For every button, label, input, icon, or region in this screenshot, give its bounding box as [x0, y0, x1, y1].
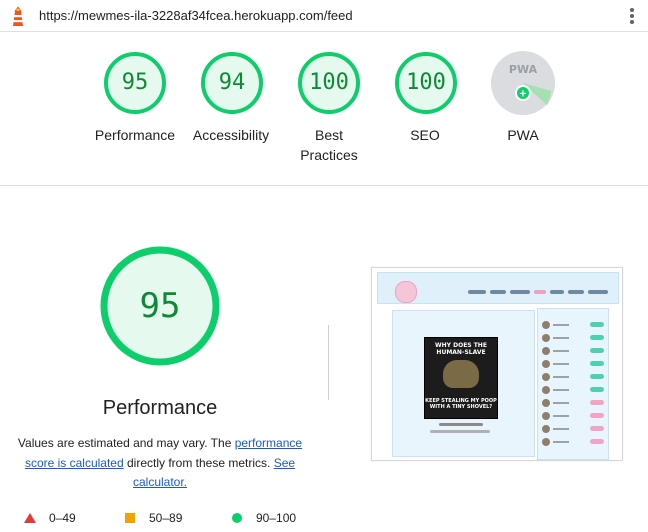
screenshot-subcaption — [430, 430, 490, 433]
gauge-best-practices-score: 100 — [309, 70, 349, 95]
meme-top-text: WHY DOES THE HUMAN-SLAVE — [435, 342, 487, 356]
gauge-seo-label[interactable]: SEO — [370, 125, 480, 145]
gauge-accessibility-label[interactable]: Accessibility — [176, 125, 286, 145]
performance-score-large: 95 — [139, 286, 181, 326]
fail-triangle-icon — [24, 513, 36, 523]
gauge-best-practices-label[interactable]: Best Practices — [289, 125, 369, 165]
pass-circle-icon — [232, 513, 242, 523]
vertical-divider — [328, 325, 329, 400]
screenshot-meme-image: WHY DOES THE HUMAN-SLAVE KEEP STEALING M… — [424, 337, 498, 419]
gauge-accessibility[interactable]: 94 — [200, 51, 264, 115]
performance-description: Values are estimated and may vary. The p… — [10, 434, 310, 493]
svg-text:+: + — [519, 89, 527, 100]
gauge-best-practices[interactable]: 100 — [297, 51, 361, 115]
gauge-performance[interactable]: 95 — [103, 51, 167, 115]
legend-pass-range: 90–100 — [256, 511, 297, 525]
legend-average-range: 50–89 — [149, 511, 183, 525]
performance-gauge-large: 95 — [99, 245, 221, 367]
report-url[interactable]: https://mewmes-ila-3228af34fcea.herokuap… — [39, 8, 353, 23]
svg-text:PWA: PWA — [509, 63, 538, 76]
gauge-seo[interactable]: 100 — [394, 51, 458, 115]
meme-bottom-text: KEEP STEALING MY POOP WITH A TINY SHOVEL… — [425, 398, 497, 410]
lighthouse-logo-icon — [12, 6, 24, 26]
gauge-performance-score: 95 — [121, 70, 149, 95]
description-text-2: directly from these metrics. — [123, 455, 274, 470]
gauge-seo-score: 100 — [406, 70, 446, 95]
final-screenshot[interactable]: WHY DOES THE HUMAN-SLAVE KEEP STEALING M… — [371, 267, 623, 461]
gauge-accessibility-score: 94 — [218, 70, 246, 95]
gauge-performance-label[interactable]: Performance — [80, 125, 190, 145]
pwa-badge-icon: PWA + — [491, 51, 555, 115]
performance-title: Performance — [102, 397, 218, 419]
gauge-pwa[interactable]: PWA + — [491, 51, 555, 115]
screenshot-sidebar — [537, 308, 609, 460]
average-square-icon — [125, 513, 135, 523]
screenshot-caption — [439, 423, 483, 426]
report-topbar: https://mewmes-ila-3228af34fcea.herokuap… — [0, 0, 648, 32]
screenshot-site-logo — [395, 281, 417, 303]
section-divider — [0, 185, 648, 186]
meme-cat-image — [443, 360, 479, 388]
more-options-icon[interactable] — [622, 5, 642, 27]
gauge-pwa-label[interactable]: PWA — [468, 125, 578, 145]
screenshot-site-header — [377, 272, 619, 304]
legend-fail-range: 0–49 — [49, 511, 76, 525]
description-text: Values are estimated and may vary. The — [17, 436, 235, 450]
